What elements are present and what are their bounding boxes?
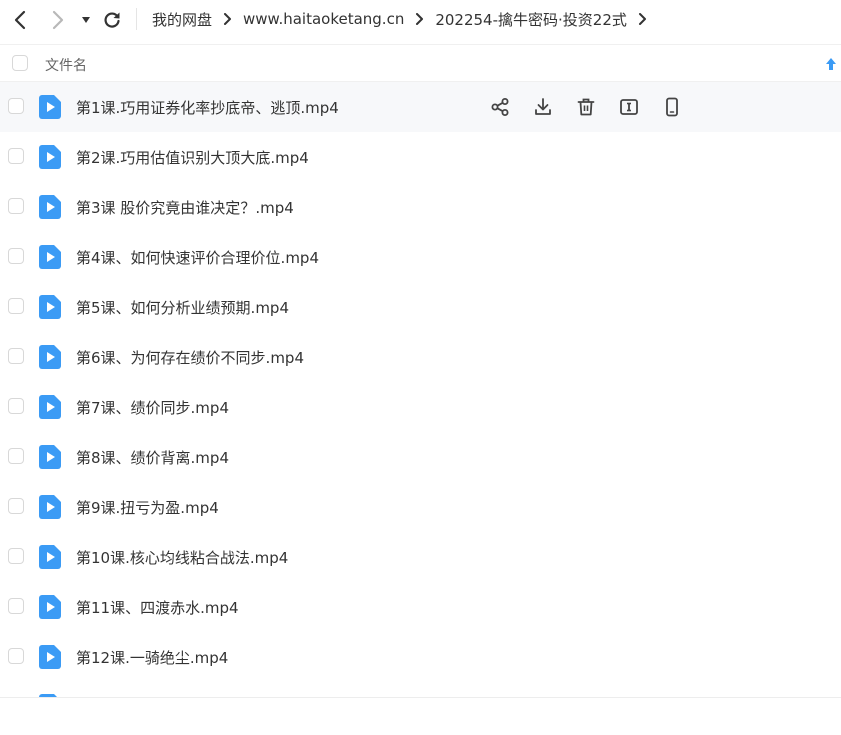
video-file-icon	[39, 195, 61, 219]
file-row[interactable]: 第6课、为何存在绩价不同步.mp4	[0, 332, 841, 382]
video-file-icon	[39, 545, 61, 569]
file-row[interactable]: 第9课.扭亏为盈.mp4	[0, 482, 841, 532]
file-list-header: 文件名	[0, 44, 841, 82]
file-checkbox[interactable]	[8, 398, 24, 414]
breadcrumb-item-current-folder[interactable]: 202254-擒牛密码·投资22式	[435, 9, 627, 30]
download-icon	[535, 98, 551, 115]
file-checkbox[interactable]	[8, 198, 24, 214]
refresh-icon	[104, 12, 120, 28]
file-name[interactable]: 第3课 股价究竟由谁决定？.mp4	[76, 197, 294, 218]
forward-button[interactable]	[46, 8, 70, 32]
file-row[interactable]: 第7课、绩价同步.mp4	[0, 382, 841, 432]
file-row[interactable]: 第1课.巧用证券化率抄底帝、逃顶.mp4	[0, 82, 841, 132]
row-actions	[488, 95, 684, 119]
video-file-icon	[39, 495, 61, 519]
video-file-icon	[39, 395, 61, 419]
share-icon	[491, 98, 509, 116]
file-checkbox[interactable]	[8, 648, 24, 664]
chevron-right-icon	[638, 13, 647, 25]
chevron-right-icon	[52, 10, 64, 30]
file-name[interactable]: 第7课、绩价同步.mp4	[76, 397, 229, 418]
file-checkbox[interactable]	[8, 498, 24, 514]
video-file-icon	[39, 445, 61, 469]
file-name[interactable]: 第1课.巧用证券化率抄底帝、逃顶.mp4	[76, 97, 339, 118]
history-dropdown-button[interactable]	[78, 8, 94, 32]
file-row[interactable]: 第12课.一骑绝尘.mp4	[0, 632, 841, 682]
video-file-icon	[39, 345, 61, 369]
download-button[interactable]	[531, 95, 555, 119]
file-row[interactable]: 第8课、绩价背离.mp4	[0, 432, 841, 482]
breadcrumb-item-site[interactable]: www.haitaoketang.cn	[243, 10, 404, 28]
top-nav-bar: 我的网盘 www.haitaoketang.cn 202254-擒牛密码·投资2…	[0, 0, 841, 40]
refresh-button[interactable]	[100, 8, 124, 32]
breadcrumb: 我的网盘 www.haitaoketang.cn 202254-擒牛密码·投资2…	[152, 8, 658, 30]
chevron-left-icon	[14, 10, 26, 30]
video-file-icon	[39, 694, 57, 697]
video-file-icon	[39, 645, 61, 669]
file-row[interactable]: 第10课.核心均线粘合战法.mp4	[0, 532, 841, 582]
share-button[interactable]	[488, 95, 512, 119]
chevron-right-icon	[223, 13, 232, 25]
file-row-partial	[0, 682, 841, 698]
column-header-filename[interactable]: 文件名	[45, 55, 87, 75]
file-name[interactable]: 第5课、如何分析业绩预期.mp4	[76, 297, 289, 318]
file-checkbox[interactable]	[8, 148, 24, 164]
file-name[interactable]: 第8课、绩价背离.mp4	[76, 447, 229, 468]
video-file-icon	[39, 595, 61, 619]
rename-button[interactable]	[617, 95, 641, 119]
select-all-checkbox[interactable]	[12, 55, 28, 71]
mobile-phone-icon	[666, 97, 678, 117]
file-row[interactable]: 第2课.巧用估值识别大顶大底.mp4	[0, 132, 841, 182]
file-name[interactable]: 第4课、如何快速评价合理价位.mp4	[76, 247, 319, 268]
file-row[interactable]: 第4课、如何快速评价合理价位.mp4	[0, 232, 841, 282]
video-file-icon	[39, 145, 61, 169]
file-checkbox[interactable]	[8, 548, 24, 564]
file-name[interactable]: 第11课、四渡赤水.mp4	[76, 597, 239, 618]
send-to-phone-button[interactable]	[660, 95, 684, 119]
file-name[interactable]: 第6课、为何存在绩价不同步.mp4	[76, 347, 304, 368]
file-checkbox[interactable]	[8, 598, 24, 614]
chevron-right-icon	[415, 13, 424, 25]
file-name[interactable]: 第10课.核心均线粘合战法.mp4	[76, 547, 288, 568]
file-checkbox[interactable]	[8, 448, 24, 464]
video-file-icon	[39, 295, 61, 319]
file-name[interactable]: 第12课.一骑绝尘.mp4	[76, 647, 228, 668]
file-name[interactable]: 第9课.扭亏为盈.mp4	[76, 497, 219, 518]
video-file-icon	[39, 245, 61, 269]
file-name[interactable]: 第2课.巧用估值识别大顶大底.mp4	[76, 147, 309, 168]
file-checkbox[interactable]	[8, 298, 24, 314]
file-row[interactable]: 第11课、四渡赤水.mp4	[0, 582, 841, 632]
file-checkbox[interactable]	[8, 98, 24, 114]
delete-button[interactable]	[574, 95, 598, 119]
file-checkbox[interactable]	[8, 348, 24, 364]
sort-arrow-up-icon[interactable]	[824, 56, 838, 72]
breadcrumb-item-root[interactable]: 我的网盘	[152, 9, 212, 30]
file-row[interactable]: 第5课、如何分析业绩预期.mp4	[0, 282, 841, 332]
nav-divider	[136, 8, 137, 30]
file-row[interactable]: 第3课 股价究竟由谁决定？.mp4	[0, 182, 841, 232]
rename-icon	[620, 99, 638, 115]
caret-down-icon	[82, 17, 90, 23]
video-file-icon	[39, 95, 61, 119]
back-button[interactable]	[8, 8, 32, 32]
file-list: 第1课.巧用证券化率抄底帝、逃顶.mp4 第2课.巧用估值识别大顶大底.mp4 …	[0, 82, 841, 682]
trash-icon	[577, 98, 595, 116]
file-checkbox[interactable]	[8, 248, 24, 264]
